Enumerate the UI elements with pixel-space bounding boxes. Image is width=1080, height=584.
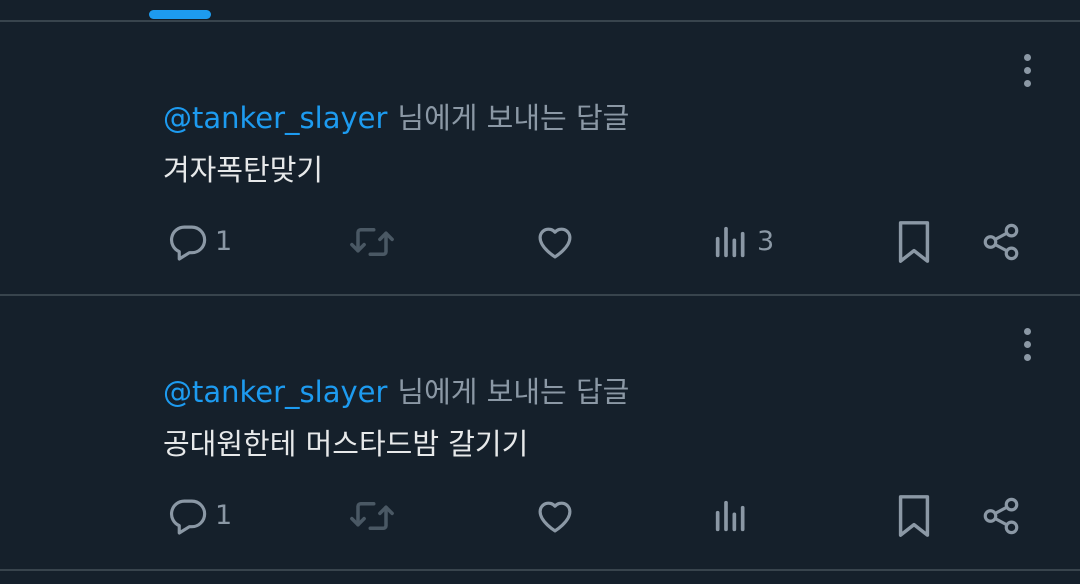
share-button[interactable] [980,492,1022,540]
reply-count: 1 [215,226,233,257]
bar-chart-icon [715,500,745,532]
bookmark-button[interactable] [894,218,934,266]
heart-icon [538,501,572,533]
more-options-button[interactable] [1010,320,1044,368]
reply-to-suffix: 님에게 보내는 답글 [397,101,630,135]
share-icon [983,497,1019,535]
more-options-button[interactable] [1010,46,1044,94]
active-tab-indicator [149,10,211,19]
tweet-text: 공대원한테 머스타드밤 갈기기 [163,427,529,461]
reply-to-handle-link[interactable]: @tanker_slayer [163,101,387,135]
bar-chart-icon [715,226,745,258]
views-button[interactable]: 3 [711,218,774,266]
reply-button[interactable]: 1 [167,218,232,266]
reply-to-suffix: 님에게 보내는 답글 [397,375,630,409]
more-dot [1023,340,1031,348]
replying-to-line: @tanker_slayer 님에게 보내는 답글 [163,372,629,412]
reply-count: 1 [215,500,233,531]
comment-icon [169,225,207,261]
bookmark-button[interactable] [894,492,934,540]
views-button[interactable] [711,492,757,540]
share-button[interactable] [980,218,1022,266]
retweet-icon [350,502,394,530]
replying-to-line: @tanker_slayer 님에게 보내는 답글 [163,98,629,138]
share-icon [983,223,1019,261]
like-button[interactable] [533,492,577,540]
more-vertical-icon [1023,53,1031,61]
reply-button[interactable]: 1 [167,492,232,540]
more-vertical-icon [1023,327,1031,335]
bookmark-icon [898,221,930,263]
more-dot [1023,66,1031,74]
comment-icon [169,499,207,535]
view-count: 3 [757,226,775,257]
tweet-text: 겨자폭탄맞기 [163,153,324,187]
retweet-button[interactable] [347,492,397,540]
retweet-icon [350,228,394,256]
more-dot [1023,353,1031,361]
tweet-reply[interactable]: @tanker_slayer 님에게 보내는 답글 공대원한테 머스타드밤 갈기기… [0,296,1080,568]
retweet-button[interactable] [347,218,397,266]
tweet-reply[interactable]: @tanker_slayer 님에게 보내는 답글 겨자폭탄맞기 1 3 [0,22,1080,294]
divider [0,569,1080,571]
reply-to-handle-link[interactable]: @tanker_slayer [163,375,387,409]
like-button[interactable] [533,218,577,266]
bookmark-icon [898,495,930,537]
heart-icon [538,227,572,259]
more-dot [1023,79,1031,87]
